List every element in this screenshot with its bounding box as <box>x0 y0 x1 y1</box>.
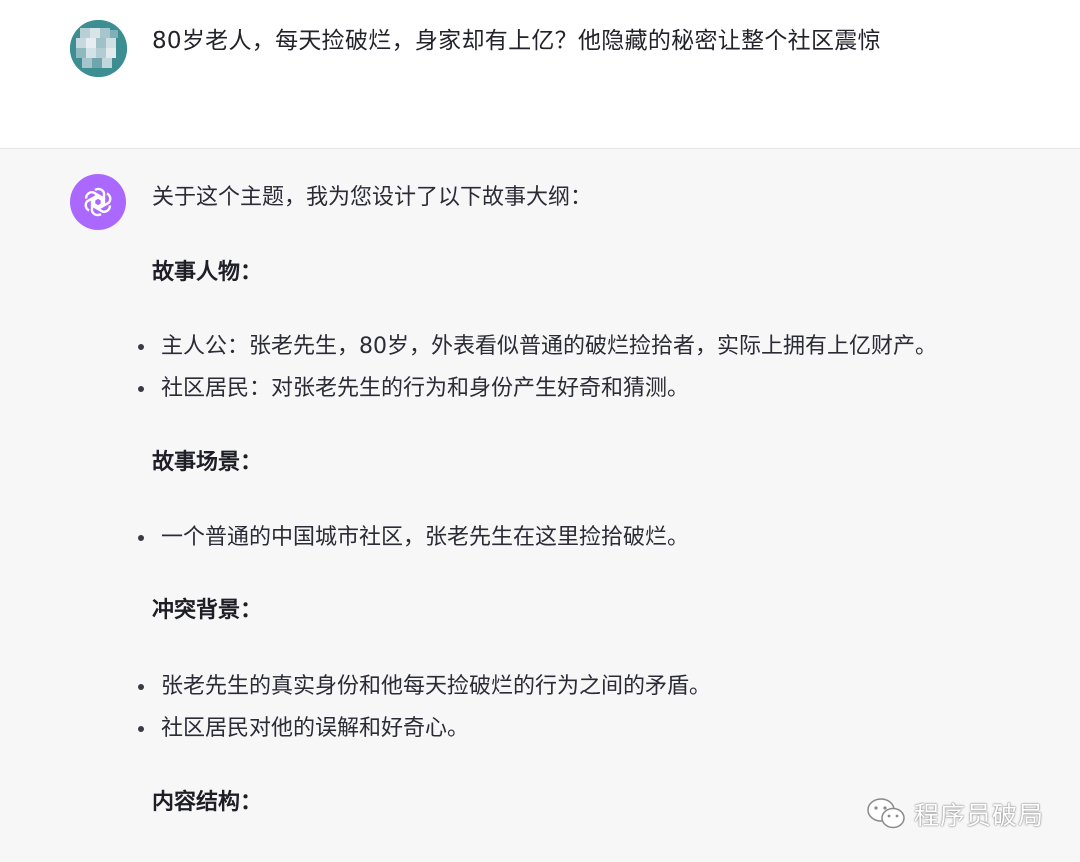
user-message: 80岁老人，每天捡破烂，身家却有上亿？他隐藏的秘密让整个社区震惊 <box>0 0 1080 149</box>
bullet-icon <box>138 344 144 350</box>
section-heading-conflict: 冲突背景： <box>152 598 263 623</box>
assistant-message: 关于这个主题，我为您设计了以下故事大纲： 故事人物： 主人公：张老先生，80岁，… <box>0 149 1080 862</box>
assistant-avatar <box>70 174 126 230</box>
list-item: 社区居民：对张老先生的行为和身份产生好奇和猜测。 <box>138 373 689 405</box>
user-message-text: 80岁老人，每天捡破烂，身家却有上亿？他隐藏的秘密让整个社区震惊 <box>152 28 881 54</box>
watermark-text: 程序员破局 <box>913 801 1044 830</box>
list-item-text: 一个普通的中国城市社区，张老先生在这里捡拾破烂。 <box>161 525 690 550</box>
bullet-icon <box>138 535 144 541</box>
list-item-text: 张老先生的真实身份和他每天捡破烂的行为之间的矛盾。 <box>161 674 712 699</box>
list-item: 一个普通的中国城市社区，张老先生在这里捡拾破烂。 <box>138 522 689 554</box>
list-item: 主人公：张老先生，80岁，外表看似普通的破烂捡拾者，实际上拥有上亿财产。 <box>138 331 937 363</box>
list-item: 社区居民对他的误解和好奇心。 <box>138 713 469 745</box>
list-item-text: 社区居民对他的误解和好奇心。 <box>161 716 470 741</box>
bullet-icon <box>138 386 144 392</box>
list-item-text: 主人公：张老先生，80岁，外表看似普通的破烂捡拾者，实际上拥有上亿财产。 <box>161 334 937 359</box>
bullet-icon <box>138 726 144 732</box>
list-item-text: 社区居民：对张老先生的行为和身份产生好奇和猜测。 <box>161 376 690 401</box>
assistant-intro: 关于这个主题，我为您设计了以下故事大纲： <box>152 185 593 210</box>
wechat-icon <box>867 798 905 829</box>
list-item: 张老先生的真实身份和他每天捡破烂的行为之间的矛盾。 <box>138 671 711 703</box>
section-heading-characters: 故事人物： <box>152 260 263 285</box>
bullet-icon <box>138 684 144 690</box>
blurred-avatar-image <box>70 20 127 77</box>
section-heading-setting: 故事场景： <box>152 450 263 475</box>
section-heading-structure: 内容结构： <box>152 790 263 815</box>
user-avatar <box>70 20 127 77</box>
watermark: 程序员破局 <box>866 796 1044 832</box>
openai-logo-icon <box>84 187 112 217</box>
